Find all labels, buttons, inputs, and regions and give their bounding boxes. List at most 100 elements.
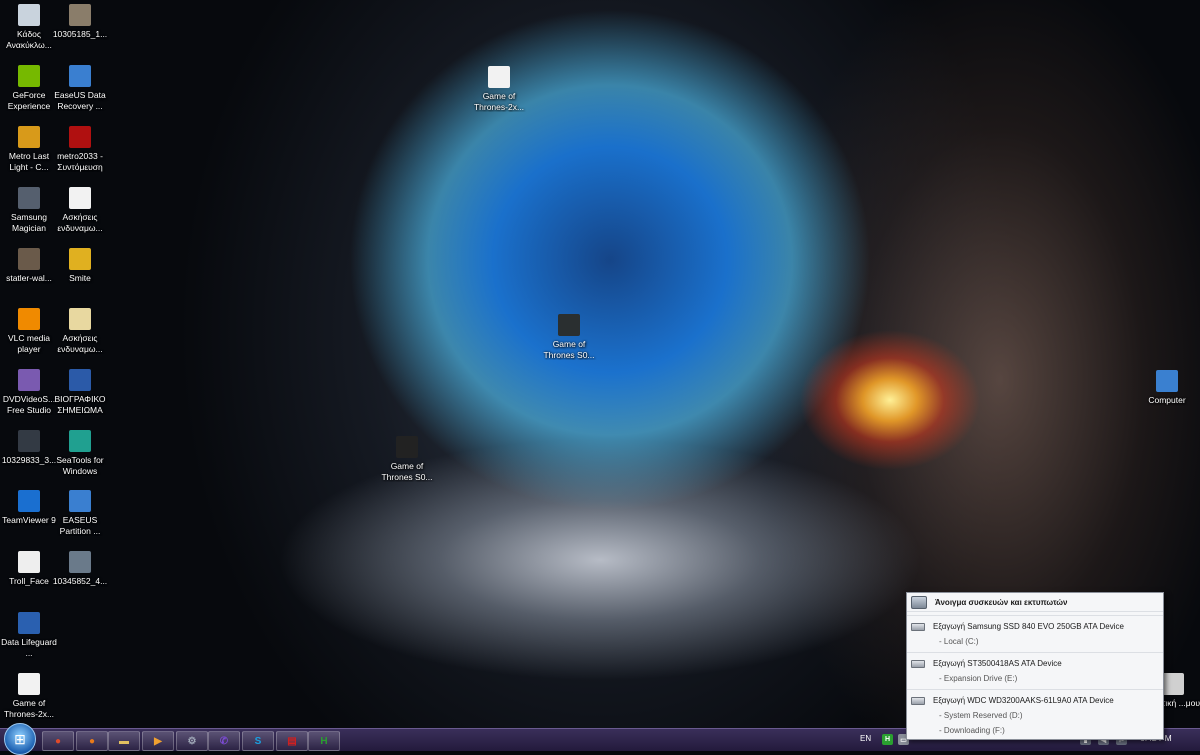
eject-device-item[interactable]: Εξαγωγή Samsung SSD 840 EVO 250GB ATA De… <box>907 619 1163 634</box>
desktop-icon-label: Game of Thrones-2x... <box>3 698 55 719</box>
desktop-icon[interactable]: Computer <box>1138 370 1196 406</box>
metro-game-icon <box>18 126 40 148</box>
taskbar-explorer-button[interactable]: ▬ <box>108 731 140 751</box>
devices-printers-icon <box>911 595 927 609</box>
desktop-icon[interactable]: TeamViewer 9 <box>0 490 58 526</box>
taskbar-chrome-button[interactable]: ● <box>42 731 74 751</box>
desktop-icon[interactable]: Samsung Magician <box>0 187 58 233</box>
desktop-icon-label: ΒΙΟΓΡΑΦΙΚΟ ΣΗΜΕΙΩΜΑ <box>54 394 106 415</box>
desktop-icon[interactable]: Game of Thrones-2x... <box>0 673 58 719</box>
eject-device-label: Εξαγωγή Samsung SSD 840 EVO 250GB ATA De… <box>933 622 1124 631</box>
desktop-icon[interactable]: Troll_Face <box>0 551 58 587</box>
desktop-icon[interactable]: Metro Last Light - C... <box>0 126 58 172</box>
document-icon <box>488 66 510 88</box>
volume-label: - Local (C:) <box>939 637 979 646</box>
menu-separator <box>907 615 1163 616</box>
desktop-icon-label: DVDVideoS... Free Studio <box>2 394 56 415</box>
menu-separator <box>907 652 1163 653</box>
skype-icon: S <box>254 735 262 747</box>
viber-icon: ✆ <box>219 735 229 747</box>
dvdvideosoft-icon <box>18 369 40 391</box>
desktop-icon-label: TeamViewer 9 <box>2 515 56 525</box>
data-lifeguard-icon <box>18 612 40 634</box>
desktop-icon[interactable]: Smite <box>51 248 109 284</box>
desktop-icon[interactable]: Game of Thrones-2x... <box>470 66 528 112</box>
geforce-icon <box>18 65 40 87</box>
taskbar-hwmonitor-button[interactable]: H <box>308 731 340 751</box>
desktop-icon[interactable]: Data Lifeguard ... <box>0 612 58 658</box>
taskbar-media-player-button[interactable]: ▶ <box>142 731 174 751</box>
windows-start-icon: ⊞ <box>14 730 26 747</box>
desktop-icon[interactable]: EASEUS Partition ... <box>51 490 109 536</box>
eject-device-item[interactable]: Εξαγωγή WDC WD3200AAKS-61L9A0 ATA Device <box>907 693 1163 708</box>
desktop-icon[interactable]: SeaTools for Windows <box>51 430 109 476</box>
document-icon <box>18 673 40 695</box>
device-list: Εξαγωγή Samsung SSD 840 EVO 250GB ATA De… <box>907 615 1163 738</box>
desktop-icon[interactable]: 10305185_1... <box>51 4 109 40</box>
eject-device-menu: Άνοιγμα συσκευών και εκτυπωτών Εξαγωγή S… <box>906 592 1164 740</box>
desktop-icon-label: SeaTools for Windows <box>56 455 104 476</box>
desktop-icon-label: Game of Thrones S0... <box>381 461 433 482</box>
hard-drive-icon <box>911 696 925 705</box>
desktop-icon[interactable]: metro2033 - Συντόμευση <box>51 126 109 172</box>
pdf-reader-icon: ▤ <box>287 735 297 747</box>
eject-device-label: Εξαγωγή WDC WD3200AAKS-61L9A0 ATA Device <box>933 696 1114 705</box>
computer-icon <box>1156 370 1178 392</box>
volume-label: - System Reserved (D:) <box>939 711 1023 720</box>
folder-doc-icon <box>69 308 91 330</box>
desktop-icon[interactable]: Κάδος Ανακύκλω... <box>0 4 58 50</box>
desktop-icon-label: Samsung Magician <box>11 212 47 233</box>
image-file-icon <box>69 4 91 26</box>
hwmonitor-icon: H <box>320 735 328 747</box>
desktop-icon[interactable]: statler-wal... <box>0 248 58 284</box>
desktop-icon-label: EASEUS Partition ... <box>59 515 101 536</box>
desktop-icon-label: Data Lifeguard ... <box>1 637 57 658</box>
desktop-icon[interactable]: ΒΙΟΓΡΑΦΙΚΟ ΣΗΜΕΙΩΜΑ <box>51 369 109 415</box>
desktop-icon[interactable]: 10329833_3... <box>0 430 58 466</box>
firefox-icon: ● <box>88 735 96 747</box>
desktop-icon-label: Computer <box>1148 395 1186 405</box>
taskbar-skype-button[interactable]: S <box>242 731 274 751</box>
desktop-icon-label: EaseUS Data Recovery ... <box>54 90 106 111</box>
hwmonitor-tray-icon[interactable]: H <box>882 734 893 745</box>
desktop-icon-label: 10329833_3... <box>1 455 57 465</box>
desktop-icon-label: Metro Last Light - C... <box>8 151 50 172</box>
desktop-icon[interactable]: GeForce Experience <box>0 65 58 111</box>
teamviewer-icon <box>18 490 40 512</box>
shortcut-icon <box>1162 673 1184 695</box>
desktop-icon[interactable]: 10345852_4... <box>51 551 109 587</box>
taskbar-pdf-reader-button[interactable]: ▤ <box>276 731 308 751</box>
image-file-icon <box>18 430 40 452</box>
desktop-icon[interactable]: Ασκήσεις ενδυναμω... <box>51 187 109 233</box>
desktop-icon[interactable]: Game of Thrones S0... <box>378 436 436 482</box>
explorer-icon: ▬ <box>119 735 129 747</box>
desktop-icon[interactable]: VLC media player <box>0 308 58 354</box>
taskbar-steam-button[interactable]: ⚙ <box>176 731 208 751</box>
desktop-icon-label: Ασκήσεις ενδυναμω... <box>57 333 103 354</box>
desktop-icon-label: Troll_Face <box>9 576 49 586</box>
start-button[interactable]: ⊞ <box>4 723 36 755</box>
image-file-icon <box>69 551 91 573</box>
recycle-bin-icon <box>18 4 40 26</box>
taskbar-firefox-button[interactable]: ● <box>76 731 108 751</box>
desktop-icon-label: 10305185_1... <box>52 29 108 39</box>
open-devices-and-printers[interactable]: Άνοιγμα συσκευών και εκτυπωτών <box>907 593 1163 612</box>
desktop-icon[interactable]: Game of Thrones S0... <box>540 314 598 360</box>
desktop-icon[interactable]: DVDVideoS... Free Studio <box>0 369 58 415</box>
eject-device-label: Εξαγωγή ST3500418AS ATA Device <box>933 659 1062 668</box>
eject-device-item[interactable]: Εξαγωγή ST3500418AS ATA Device <box>907 656 1163 671</box>
seatools-icon <box>69 430 91 452</box>
video-file-icon <box>396 436 418 458</box>
volume-label: - Expansion Drive (E:) <box>939 674 1018 683</box>
language-indicator[interactable]: EN <box>860 734 871 743</box>
desktop-icon[interactable]: Ασκήσεις ενδυναμω... <box>51 308 109 354</box>
desktop-icon-label: metro2033 - Συντόμευση <box>57 151 103 172</box>
hard-drive-icon <box>911 659 925 668</box>
image-file-icon <box>18 248 40 270</box>
metro2033-icon <box>69 126 91 148</box>
steam-icon: ⚙ <box>187 735 197 747</box>
desktop-icon[interactable]: EaseUS Data Recovery ... <box>51 65 109 111</box>
taskbar-viber-button[interactable]: ✆ <box>208 731 240 751</box>
desktop-icon-label: Ασκήσεις ενδυναμω... <box>57 212 103 233</box>
desktop-icon-label: 10345852_4... <box>52 576 108 586</box>
